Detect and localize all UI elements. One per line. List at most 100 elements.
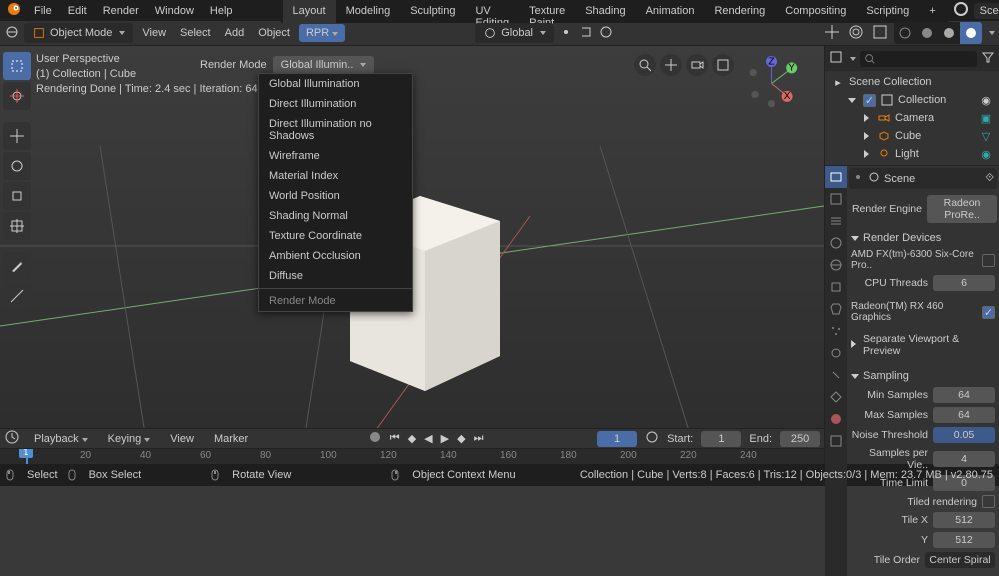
tile-y-value[interactable]: 512 (933, 532, 995, 548)
tab-world[interactable] (825, 254, 847, 276)
shading-rendered[interactable] (960, 22, 982, 44)
shading-solid[interactable] (916, 22, 938, 44)
tab-particles[interactable] (825, 320, 847, 342)
outliner-search[interactable] (860, 51, 977, 67)
tool-move[interactable] (3, 122, 31, 150)
nav-camera-icon[interactable] (686, 54, 708, 76)
pivot-icon[interactable] (558, 24, 574, 43)
shading-wireframe[interactable] (894, 22, 916, 44)
menu-help[interactable]: Help (202, 2, 241, 20)
section-sampling[interactable]: Sampling (851, 367, 995, 385)
header-menu-select[interactable]: Select (175, 24, 216, 42)
navigation-gizmo[interactable]: Y Z X (744, 56, 799, 111)
timeline-track[interactable]: 1 0 20 40 60 80 100 120 140 160 180 200 … (0, 448, 824, 464)
shading-options[interactable] (989, 31, 995, 35)
menu-edit[interactable]: Edit (60, 2, 95, 20)
tile-order-select[interactable]: Center Spiral (925, 552, 995, 568)
outliner-item-light[interactable]: Light ◉ (827, 145, 997, 163)
tab-texture[interactable] (825, 430, 847, 452)
play-icon[interactable]: ▶ (441, 432, 449, 445)
tool-measure[interactable] (3, 282, 31, 310)
tab-output[interactable] (825, 188, 847, 210)
mode-select[interactable]: Object Mode (24, 23, 133, 43)
collection-enable[interactable]: ✓ (863, 94, 876, 107)
timeline-marker[interactable]: Marker (208, 431, 254, 447)
dropdown-item[interactable]: Material Index (259, 166, 412, 186)
autokey-icon[interactable] (368, 430, 382, 447)
noise-threshold-value[interactable]: 0.05 (933, 427, 995, 443)
dropdown-item[interactable]: Texture Coordinate (259, 226, 412, 246)
outliner-item-camera[interactable]: Camera ▣ (827, 109, 997, 127)
snap-icon[interactable] (578, 24, 594, 43)
keyframe-prev-icon[interactable]: ◆ (408, 432, 416, 445)
header-menu-view[interactable]: View (137, 24, 171, 42)
timeline-playback[interactable]: Playback (28, 431, 94, 447)
workspace-tab-modeling[interactable]: Modeling (336, 0, 401, 23)
workspace-tab-layout[interactable]: Layout (283, 0, 336, 23)
gizmo-toggle-icon[interactable] (822, 22, 842, 45)
menu-render[interactable]: Render (95, 2, 147, 20)
workspace-tab-shading[interactable]: Shading (575, 0, 635, 23)
restrict-icon[interactable]: ◉ (979, 147, 993, 161)
dropdown-item[interactable]: Direct Illumination (259, 94, 412, 114)
tab-mesh[interactable] (825, 386, 847, 408)
start-frame[interactable]: 1 (701, 431, 741, 447)
min-samples-value[interactable]: 64 (933, 387, 995, 403)
tool-annotate[interactable] (3, 252, 31, 280)
nav-perspective-icon[interactable] (712, 54, 734, 76)
cpu-device-toggle[interactable] (982, 254, 995, 267)
tab-render[interactable] (825, 166, 847, 188)
rpr-button[interactable]: RPR (299, 24, 345, 42)
cpu-threads-value[interactable]: 6 (933, 275, 995, 291)
tab-physics[interactable] (825, 342, 847, 364)
orientation-select[interactable]: Global (475, 23, 554, 43)
tab-scene[interactable] (825, 232, 847, 254)
workspace-tab-scripting[interactable]: Scripting (856, 0, 919, 23)
filter-icon[interactable] (981, 50, 995, 67)
tool-transform[interactable] (3, 212, 31, 240)
scene-name[interactable]: Scene (974, 3, 999, 19)
outliner-scene-collection[interactable]: ▸ Scene Collection (827, 73, 997, 91)
workspace-add[interactable]: + (919, 0, 945, 23)
pin-icon[interactable] (852, 171, 864, 186)
render-engine-select[interactable]: Radeon ProRe.. (927, 195, 997, 223)
editor-type-icon[interactable] (4, 24, 20, 43)
workspace-tab-animation[interactable]: Animation (636, 0, 705, 23)
overlay-toggle-icon[interactable] (846, 22, 866, 45)
keyframe-next-icon[interactable]: ◆ (457, 432, 465, 445)
tool-scale[interactable] (3, 182, 31, 210)
sync-icon[interactable] (645, 430, 659, 447)
pin-toggle-icon[interactable]: ⟐ (985, 172, 994, 185)
tile-x-value[interactable]: 512 (933, 512, 995, 528)
dropdown-item[interactable]: Diffuse (259, 266, 412, 286)
samples-per-view-value[interactable]: 4 (933, 451, 995, 467)
xray-toggle-icon[interactable] (870, 22, 890, 45)
header-menu-add[interactable]: Add (220, 24, 250, 42)
proportional-icon[interactable] (598, 24, 614, 43)
tab-object[interactable] (825, 276, 847, 298)
tiled-rendering-toggle[interactable] (982, 495, 995, 508)
restrict-icon[interactable]: ◉ (979, 93, 993, 107)
viewport-3d[interactable]: User Perspective (1) Collection | Cube R… (0, 46, 824, 428)
workspace-tab-sculpting[interactable]: Sculpting (400, 0, 465, 23)
dropdown-item[interactable]: Ambient Occlusion (259, 246, 412, 266)
end-frame[interactable]: 250 (780, 431, 820, 447)
max-samples-value[interactable]: 64 (933, 407, 995, 423)
shading-material[interactable] (938, 22, 960, 44)
nav-move-icon[interactable] (660, 54, 682, 76)
workspace-tab-compositing[interactable]: Compositing (775, 0, 856, 23)
dropdown-item[interactable]: World Position (259, 186, 412, 206)
tab-viewlayer[interactable] (825, 210, 847, 232)
current-frame[interactable]: 1 (597, 431, 637, 447)
dropdown-item[interactable]: Wireframe (259, 146, 412, 166)
nav-zoom-icon[interactable] (634, 54, 656, 76)
play-reverse-icon[interactable]: ◀ (424, 432, 432, 445)
timeline-keying[interactable]: Keying (102, 431, 157, 447)
timeline-editor-icon[interactable] (4, 429, 20, 448)
outliner-item-cube[interactable]: Cube ▽ (827, 127, 997, 145)
workspace-tab-uvedit[interactable]: UV Editing (465, 0, 519, 23)
menu-window[interactable]: Window (147, 2, 202, 20)
menu-file[interactable]: File (26, 2, 60, 20)
restrict-icon[interactable]: ▣ (979, 111, 993, 125)
outliner-collection[interactable]: ✓ Collection ◉ (827, 91, 997, 109)
